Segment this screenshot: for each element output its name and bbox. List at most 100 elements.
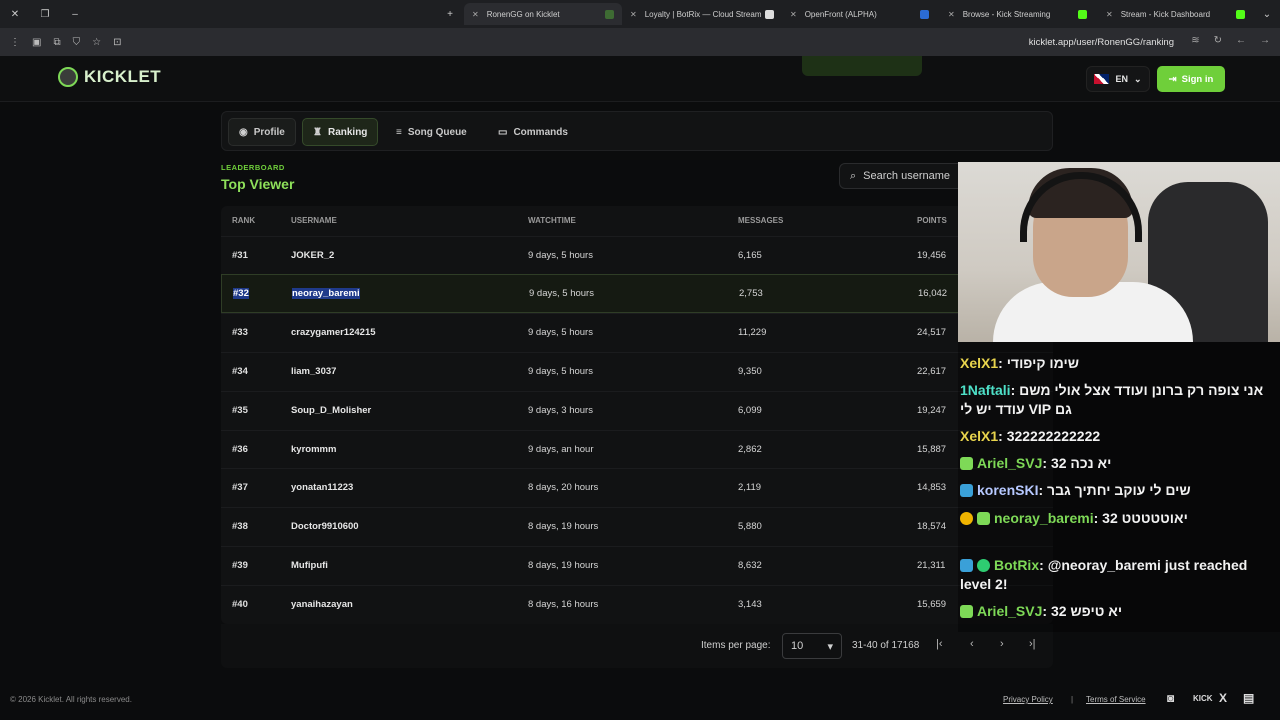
browser-tab-bar: ✕ ❐ – + ✕ RonenGG on Kicklet ✕ Loyalty |… <box>0 0 1280 28</box>
previous-page-icon[interactable]: ‹ <box>970 638 974 650</box>
reload-icon[interactable]: ↻ <box>1214 35 1222 46</box>
selected-rank-text: #32 <box>233 288 249 299</box>
tab-song-queue[interactable]: ≡ Song Queue <box>386 118 477 146</box>
header-banner <box>802 56 922 76</box>
rank-cell: #35 <box>232 405 248 416</box>
bookmark-star-icon[interactable]: ☆ <box>92 37 101 48</box>
column-header-points: POINTS <box>917 216 947 225</box>
terminal-icon: ▭ <box>498 126 508 138</box>
items-per-page-select[interactable]: 10 ▾ <box>782 633 842 659</box>
table-row[interactable]: #40 yanaihazayan 8 days, 16 hours 3,143 … <box>221 585 1053 624</box>
table-row[interactable]: #37 yonatan11223 8 days, 20 hours 2,119 … <box>221 468 1053 507</box>
points-cell: 15,887 <box>917 444 947 455</box>
username-cell: Soup_D_Molisher <box>291 405 372 416</box>
first-page-icon[interactable]: |‹ <box>936 638 943 650</box>
chat-message: XelX1: 322222222222 <box>960 428 1101 444</box>
watchtime-cell: 9 days, 5 hours <box>528 250 593 261</box>
sidebar-icon[interactable]: ⧉ <box>53 37 60 48</box>
leaderboard-table: RANK USERNAME WATCHTIME MESSAGES POINTS … <box>221 206 1053 624</box>
profile-nav: ◉ Profile ♜ Ranking ≡ Song Queue ▭ Comma… <box>221 111 1053 151</box>
browser-tab-openfront[interactable]: ✕ OpenFront (ALPHA) <box>782 3 937 25</box>
close-tab-icon[interactable]: ✕ <box>948 10 955 19</box>
bot-badge-icon <box>960 559 973 572</box>
url-field[interactable]: kicklet.app/user/RonenGG/ranking <box>1029 37 1174 48</box>
language-selector[interactable]: EN ⌄ <box>1086 66 1150 92</box>
messages-cell: 2,119 <box>738 482 762 493</box>
close-tab-icon[interactable]: ✕ <box>630 10 637 19</box>
watchtime-cell: 9 days, 3 hours <box>528 405 593 416</box>
chevron-down-icon: ⌄ <box>1133 73 1142 84</box>
table-row[interactable]: #35 Soup_D_Molisher 9 days, 3 hours 6,09… <box>221 391 1053 430</box>
messages-cell: 8,632 <box>738 560 762 571</box>
sign-in-button[interactable]: ⇥ Sign in <box>1157 66 1225 92</box>
browser-tab-botrix[interactable]: ✕ Loyalty | BotRix — Cloud Stream <box>622 3 782 25</box>
new-tab-icon[interactable]: + <box>435 9 465 20</box>
mod-badge-icon <box>960 484 973 497</box>
table-row[interactable]: #31 JOKER_2 9 days, 5 hours 6,165 19,456 <box>221 236 1053 275</box>
username-cell: kyrommm <box>291 444 337 455</box>
table-row[interactable]: #39 Mufipufi 8 days, 19 hours 8,632 21,3… <box>221 546 1053 585</box>
discord-icon[interactable]: ◙ <box>1167 691 1174 705</box>
sub-badge-icon <box>977 512 990 525</box>
table-row[interactable]: #36 kyrommm 9 days, an hour 2,862 15,887 <box>221 430 1053 469</box>
kicklet-logo-icon <box>58 67 78 87</box>
chat-message: korenSKI: שים לי עוקב יחתיך גבר <box>960 481 1276 500</box>
browser-tab-kicklet[interactable]: ✕ RonenGG on Kicklet <box>464 3 622 25</box>
points-cell: 19,247 <box>917 405 947 416</box>
restore-window-icon[interactable]: ❐ <box>30 9 60 20</box>
privacy-policy-link[interactable]: Privacy Policy <box>1003 695 1053 704</box>
minimize-window-icon[interactable]: – <box>60 9 90 20</box>
messages-cell: 5,880 <box>738 521 762 532</box>
close-tab-icon[interactable]: ✕ <box>1106 10 1113 19</box>
kick-icon[interactable]: KICK <box>1193 694 1213 703</box>
table-row[interactable]: #38 Doctor9910600 8 days, 19 hours 5,880… <box>221 507 1053 546</box>
search-icon: ⌕ <box>850 169 857 182</box>
watchtime-cell: 8 days, 19 hours <box>528 560 599 571</box>
site-footer: © 2026 Kicklet. All rights reserved. Pri… <box>0 684 1280 720</box>
sub-badge-icon <box>960 605 973 618</box>
messages-cell: 2,862 <box>738 444 762 455</box>
tab-ranking[interactable]: ♜ Ranking <box>302 118 379 146</box>
reader-mode-icon[interactable]: ≋ <box>1191 35 1199 46</box>
next-page-icon[interactable]: › <box>1000 638 1004 650</box>
username-cell: Mufipufi <box>291 560 328 571</box>
tab-profile[interactable]: ◉ Profile <box>228 118 296 146</box>
close-tab-icon[interactable]: ✕ <box>472 10 479 19</box>
browser-tab-kick-dashboard[interactable]: ✕ Stream - Kick Dashboard <box>1098 3 1253 25</box>
rank-cell: #39 <box>232 560 248 571</box>
tab-list-icon[interactable]: ⌄ <box>1252 9 1280 20</box>
document-icon[interactable]: ▤ <box>1243 691 1254 705</box>
page-range: 31-40 of 17168 <box>852 640 920 651</box>
table-row-highlighted[interactable]: #32 neoray_baremi 9 days, 5 hours 2,753 … <box>221 274 1053 313</box>
browser-tab-kick-browse[interactable]: ✕ Browse - Kick Streaming <box>940 3 1095 25</box>
watchtime-cell: 8 days, 16 hours <box>528 599 599 610</box>
username-cell: yanaihazayan <box>291 599 353 610</box>
screenshot-icon[interactable]: ⊡ <box>113 37 121 48</box>
kicklet-logo[interactable]: KICKLET <box>58 67 161 87</box>
points-cell: 16,042 <box>918 288 948 299</box>
back-icon[interactable]: ← <box>1236 35 1246 46</box>
watchtime-cell: 9 days, 5 hours <box>528 366 593 377</box>
terms-of-service-link[interactable]: Terms of Service <box>1086 695 1146 704</box>
x-twitter-icon[interactable]: X <box>1219 691 1227 705</box>
menu-icon[interactable]: ⋮ <box>10 37 20 48</box>
table-row[interactable]: #33 crazygamer124215 9 days, 5 hours 11,… <box>221 313 1053 352</box>
page-title: Top Viewer <box>221 176 295 192</box>
chat-message: 1Naftali: אני צופה רק ברונן ועודד אצל או… <box>960 382 1264 417</box>
footer-separator: | <box>1071 695 1074 704</box>
close-window-icon[interactable]: ✕ <box>0 9 30 20</box>
chat-message: Ariel_SVJ: יא טיפש 32 <box>960 602 1276 621</box>
chat-message: XelX1: שימו קיפודי <box>960 355 1080 371</box>
forward-icon[interactable]: → <box>1260 35 1270 46</box>
tab-commands[interactable]: ▭ Commands <box>488 118 578 146</box>
username-cell: neoray_baremi <box>292 288 360 299</box>
close-tab-icon[interactable]: ✕ <box>790 10 797 19</box>
extension-icon[interactable]: ▣ <box>32 37 41 48</box>
shield-icon[interactable]: ⛉ <box>73 37 81 48</box>
table-row[interactable]: #34 liam_3037 9 days, 5 hours 9,350 22,6… <box>221 352 1053 391</box>
last-page-icon[interactable]: ›| <box>1029 638 1036 650</box>
messages-cell: 6,165 <box>738 250 762 261</box>
kick-favicon-icon <box>1236 9 1245 19</box>
points-cell: 14,853 <box>917 482 947 493</box>
rank-cell: #34 <box>232 366 248 377</box>
